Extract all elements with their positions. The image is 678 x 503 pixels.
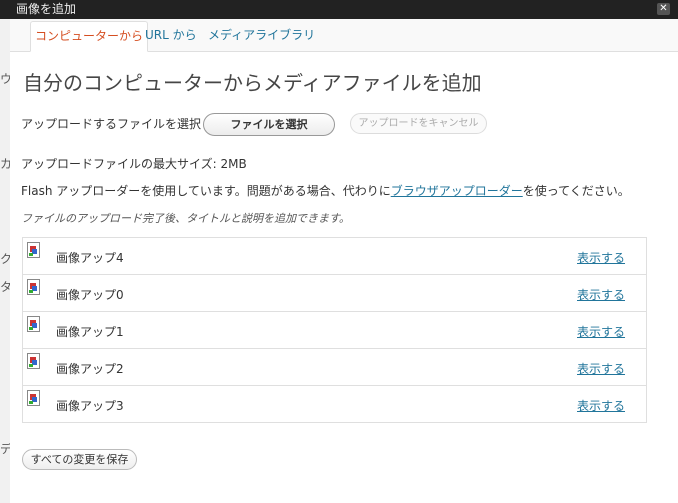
file-name: 画像アップ4 [56,251,124,265]
dialog-titlebar: 画像を追加 ✕ [0,0,678,19]
close-icon[interactable]: ✕ [657,3,670,15]
show-file-link[interactable]: 表示する [577,323,625,340]
page-title: 自分のコンピューターからメディアファイルを追加 [23,71,482,95]
tab-bar: コンピューターから URL から メディアライブラリ [10,19,678,52]
file-row: 画像アップ4 表示する [23,238,646,275]
dialog-title: 画像を追加 [16,2,77,16]
max-upload-size: アップロードファイルの最大サイズ: 2MB [21,157,247,171]
file-row: 画像アップ2 表示する [23,349,646,386]
tab-from-url[interactable]: URL から [145,21,197,51]
show-file-link[interactable]: 表示する [577,360,625,377]
file-row: 画像アップ0 表示する [23,275,646,312]
save-all-changes-button[interactable]: すべての変更を保存 [22,449,137,470]
broken-image-icon [27,390,40,406]
file-row: 画像アップ3 表示する [23,386,646,423]
file-row: 画像アップ1 表示する [23,312,646,349]
browser-uploader-link[interactable]: ブラウザアップローダー [391,184,523,198]
broken-image-icon [27,353,40,369]
show-file-link[interactable]: 表示する [577,286,625,303]
select-file-label: アップロードするファイルを選択 [21,117,202,131]
broken-image-icon [27,242,40,258]
broken-image-icon [27,316,40,332]
flash-notice-text: Flash アップローダーを使用しています。問題がある場合、代わりに [21,184,391,198]
file-name: 画像アップ2 [56,362,124,376]
media-upload-dialog: コンピューターから URL から メディアライブラリ 自分のコンピューターからメ… [10,19,678,503]
broken-image-icon [27,279,40,295]
show-file-link[interactable]: 表示する [577,397,625,414]
show-file-link[interactable]: 表示する [577,249,625,266]
file-name: 画像アップ0 [56,288,124,302]
tab-from-computer[interactable]: コンピューターから [30,21,149,52]
flash-uploader-notice: Flash アップローダーを使用しています。問題がある場合、代わりにブラウザアッ… [21,182,630,199]
uploaded-file-list: 画像アップ4 表示する 画像アップ0 表示する 画像アップ1 表示する 画像アッ… [22,237,647,423]
tab-media-library[interactable]: メディアライブラリ [208,21,315,51]
flash-notice-text-end: を使ってください。 [522,184,630,198]
file-name: 画像アップ1 [56,325,124,339]
upload-hint: ファイルのアップロード完了後、タイトルと説明を追加できます。 [21,212,350,225]
file-name: 画像アップ3 [56,399,124,413]
select-file-button[interactable]: ファイルを選択 [203,113,335,136]
cancel-upload-button[interactable]: アップロードをキャンセル [350,113,487,134]
